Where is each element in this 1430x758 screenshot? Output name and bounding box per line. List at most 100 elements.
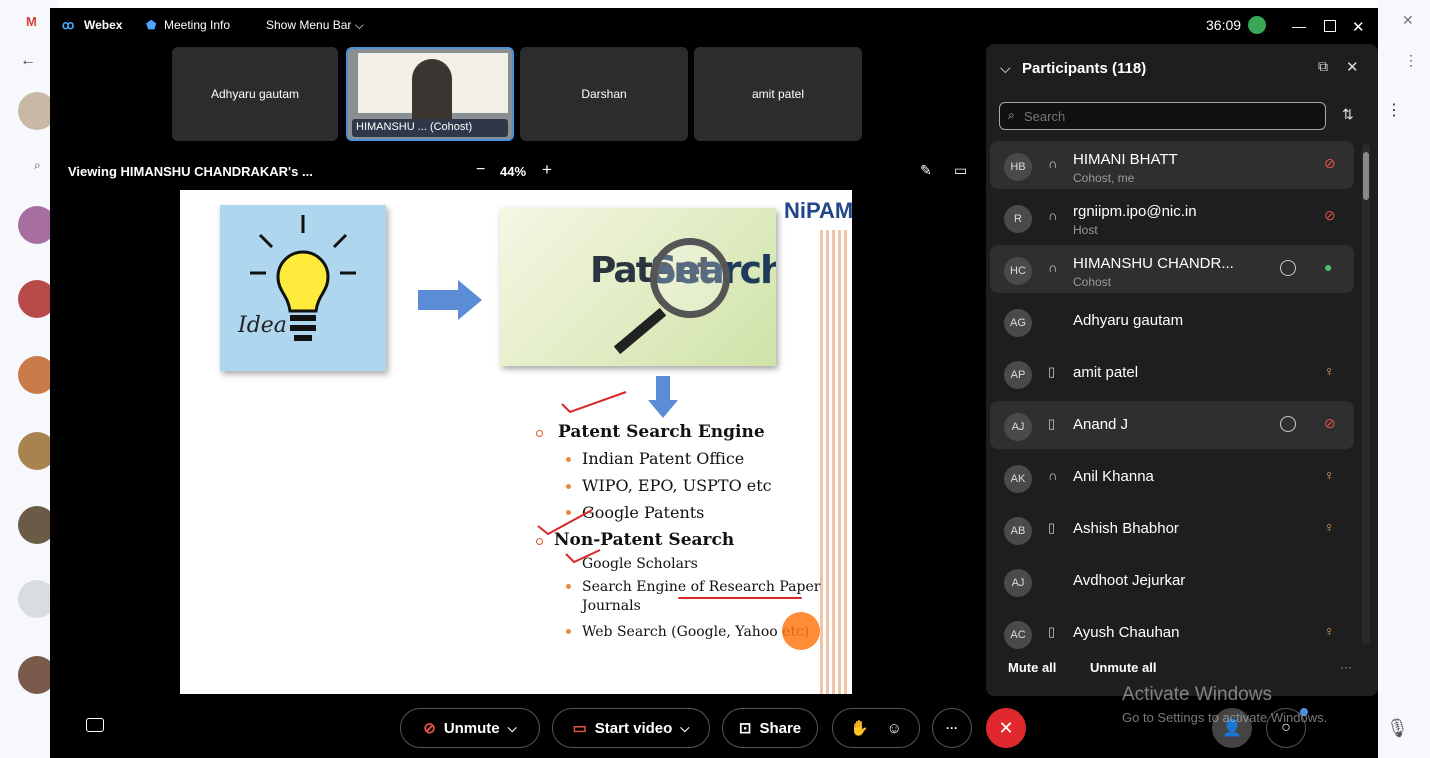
zoom-out-button[interactable]: − — [476, 161, 485, 179]
background-browser-right: ✕ ⋮ ⋮ 🎙 — [1378, 0, 1430, 758]
non-patent-search: Non-Patent Search — [554, 530, 735, 550]
participant-row[interactable]: R ∩ rgniipm.ipo@nic.in Host ⊘ — [990, 193, 1354, 241]
mic-muted-icon[interactable]: ⊘ — [1324, 207, 1340, 225]
avatar: AB — [1004, 517, 1032, 545]
participant-role: Cohost, me — [1073, 171, 1135, 185]
back-arrow-icon[interactable]: ← — [20, 52, 36, 70]
maximize-icon[interactable] — [1324, 20, 1336, 32]
video-tile[interactable]: Adhyaru gautam — [172, 47, 338, 141]
participant-role: Host — [1073, 223, 1098, 237]
emoji-icon[interactable]: ☺ — [887, 720, 902, 737]
raise-hand-icon[interactable]: ✋ — [850, 719, 869, 737]
activate-windows-title: Activate Windows — [1122, 684, 1272, 705]
chevron-down-icon: ⌵ — [507, 720, 517, 735]
lightbulb-icon — [250, 215, 356, 341]
share-button[interactable]: ⊡ Share — [722, 708, 818, 748]
indian-patent-office: Indian Patent Office — [582, 449, 745, 468]
chevron-down-icon[interactable]: ⌵ — [1000, 60, 1011, 77]
search-icon[interactable]: ⌕ — [34, 158, 41, 173]
scrollbar[interactable] — [1362, 144, 1370, 644]
chat-icon[interactable] — [1280, 260, 1296, 276]
magnifier-handle — [613, 307, 667, 355]
participant-role: Cohost — [1073, 275, 1112, 289]
avatar: AJ — [1004, 569, 1032, 597]
web-search: Web Search (Google, Yahoo etc) — [582, 624, 810, 640]
app-title: Webex — [84, 18, 123, 32]
participant-row[interactable]: HC ∩ HIMANSHU CHANDR... Cohost ● — [990, 245, 1354, 293]
unmute-button[interactable]: ⊘ Unmute ⌵ — [400, 708, 540, 748]
device-icon: ▯ — [1048, 520, 1056, 535]
mic-muted-icon[interactable]: ♀ — [1324, 623, 1335, 639]
participant-name: amit patel — [1073, 364, 1139, 381]
tile-label: amit patel — [751, 87, 805, 101]
reactions-group: ✋ ☺ — [832, 708, 920, 748]
video-tile[interactable]: amit patel — [694, 47, 862, 141]
journals: Journals — [582, 598, 641, 614]
participant-row[interactable]: AK ∩ Anil Khanna ♀ — [990, 453, 1354, 501]
video-person — [412, 59, 452, 119]
end-call-button[interactable]: ✕ — [986, 708, 1026, 748]
participants-search[interactable]: ⌕ — [999, 102, 1326, 130]
chat-icon[interactable] — [1280, 416, 1296, 432]
participant-name: Anand J — [1073, 416, 1129, 433]
headset-icon: ∩ — [1048, 468, 1058, 483]
mic-active-icon[interactable]: ● — [1324, 259, 1332, 275]
close-window-icon[interactable]: ✕ — [1352, 18, 1365, 36]
wipo-epo-uspto: WIPO, EPO, USPTO etc — [582, 476, 772, 495]
handwritten-underline — [678, 597, 802, 599]
search-engine-research: Search Engine of Research Paper — [582, 579, 821, 595]
show-menu-bar-button[interactable]: Show Menu Bar ⌵ — [266, 18, 364, 33]
participant-row[interactable]: AP ▯ amit patel ♀ — [990, 349, 1354, 397]
annotate-icon[interactable]: ✎ — [920, 162, 932, 179]
mic-muted-icon[interactable]: ⊘ — [1324, 415, 1340, 433]
pop-out-icon[interactable]: ⧉ — [1318, 58, 1328, 75]
google-scholars: Google Scholars — [582, 556, 698, 572]
participant-row[interactable]: AB ▯ Ashish Bhabhor ♀ — [990, 505, 1354, 553]
mic-muted-icon[interactable]: ♀ — [1324, 363, 1335, 379]
more-icon[interactable]: ⋮ — [1386, 100, 1402, 120]
captions-icon[interactable] — [86, 718, 104, 732]
mic-muted-icon[interactable]: ♀ — [1324, 519, 1335, 535]
sort-icon[interactable]: ⇅ — [1342, 106, 1354, 123]
scrollbar-thumb[interactable] — [1363, 152, 1369, 200]
video-tile[interactable]: Darshan — [520, 47, 688, 141]
start-video-button[interactable]: ▭ Start video ⌵ — [552, 708, 710, 748]
shared-slide: NiPAM Idea Patent Search Patent Search E… — [180, 190, 852, 694]
participant-row[interactable]: HB ∩ HIMANI BHATT Cohost, me ⊘ — [990, 141, 1354, 189]
close-icon[interactable]: ✕ — [1402, 12, 1414, 29]
unmute-all-button[interactable]: Unmute all — [1090, 660, 1156, 675]
mic-icon[interactable]: 🎙 — [1386, 718, 1409, 739]
mic-muted-icon[interactable]: ♀ — [1324, 467, 1335, 483]
tile-label: HIMANSHU ... (Cohost) — [356, 121, 473, 133]
patent-search-image: Patent Search — [500, 208, 776, 366]
participant-name: Avdhoot Jejurkar — [1073, 572, 1186, 589]
search-input[interactable] — [1024, 107, 1314, 125]
webex-logo-icon: ꝏ — [62, 18, 75, 32]
minimize-icon[interactable]: — — [1292, 18, 1306, 34]
avatar: AK — [1004, 465, 1032, 493]
shield-icon: ⬟ — [146, 18, 157, 32]
participant-row[interactable]: AJ Avdhoot Jejurkar — [990, 557, 1354, 605]
more-icon[interactable]: ⋮ — [1404, 52, 1418, 69]
mic-muted-icon: ⊘ — [423, 720, 436, 737]
participant-row[interactable]: AC ▯ Ayush Chauhan ♀ — [990, 609, 1354, 657]
avatar: HC — [1004, 257, 1032, 285]
idea-label: Idea — [238, 313, 287, 338]
participant-row[interactable]: AG Adhyaru gautam — [990, 297, 1354, 345]
participant-name: Ayush Chauhan — [1073, 624, 1180, 641]
participant-row[interactable]: AJ ▯ Anand J ⊘ — [990, 401, 1354, 449]
pop-out-icon[interactable]: ▭ — [954, 162, 967, 179]
share-icon: ⊡ — [738, 720, 752, 737]
mute-all-button[interactable]: Mute all — [1008, 660, 1056, 675]
close-panel-icon[interactable]: ✕ — [1346, 58, 1359, 76]
device-icon: ▯ — [1048, 364, 1056, 379]
meeting-info-button[interactable]: Meeting Info — [164, 18, 230, 32]
idea-image: Idea — [220, 205, 386, 371]
more-button[interactable]: ··· — [932, 708, 972, 748]
more-options-button[interactable]: ··· — [1340, 660, 1352, 674]
mic-muted-icon[interactable]: ⊘ — [1324, 155, 1340, 173]
zoom-in-button[interactable]: + — [542, 160, 552, 180]
device-icon: ▯ — [1048, 624, 1056, 639]
participant-name: HIMANSHU CHANDR... — [1073, 255, 1234, 272]
video-tile-active[interactable]: HIMANSHU ... (Cohost) — [346, 47, 514, 141]
